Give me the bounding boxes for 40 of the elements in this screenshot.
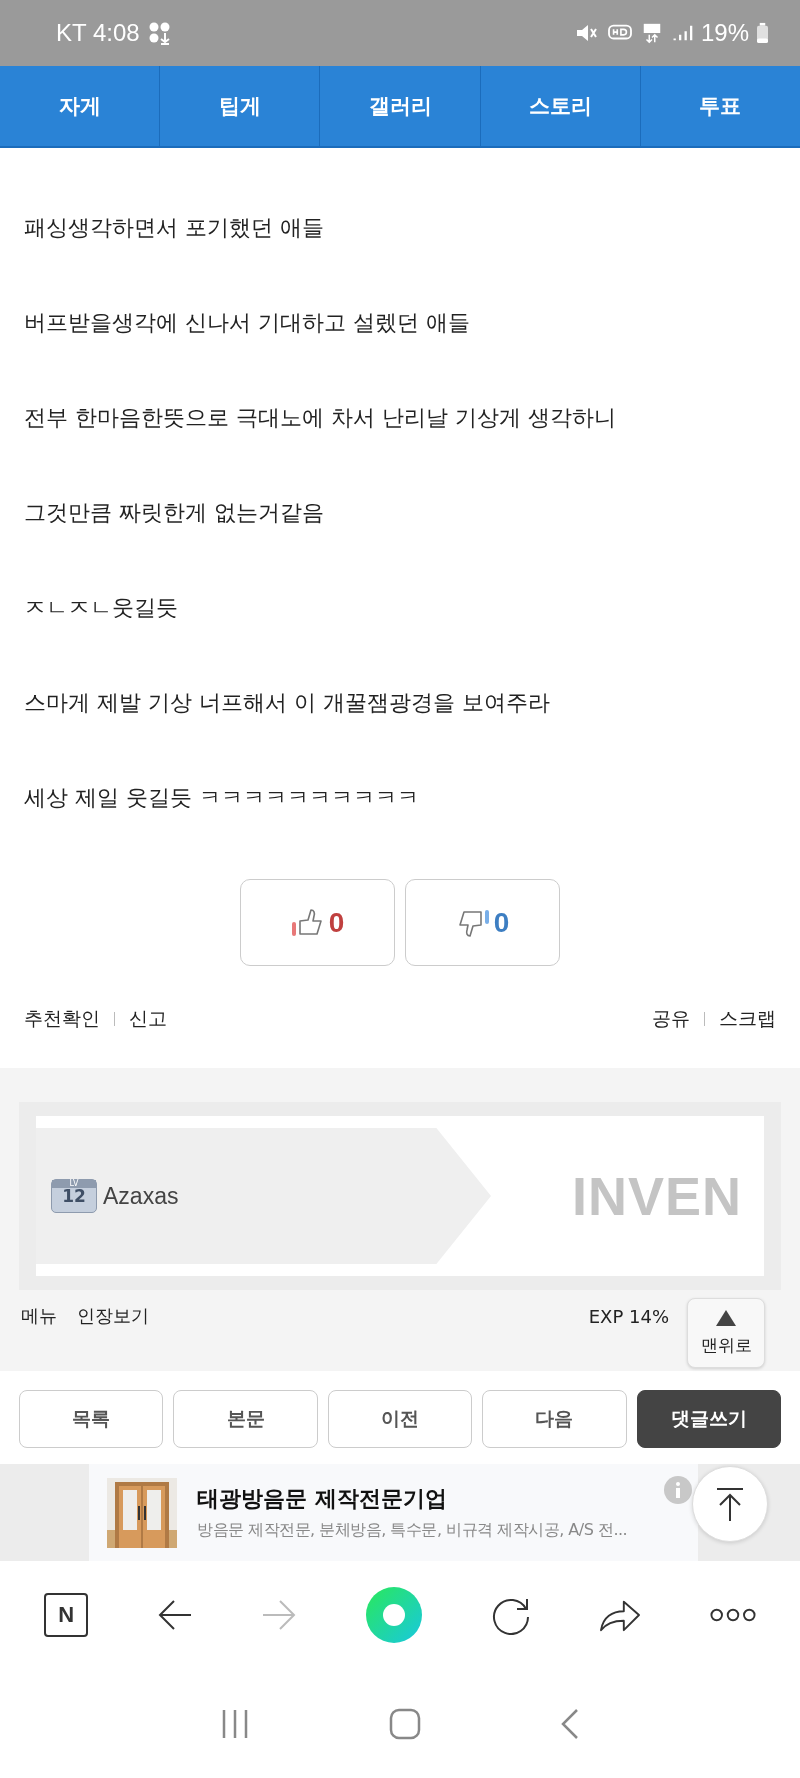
action-link[interactable]: 스크랩 [719,1006,776,1032]
post-text: 패싱생각하면서 포기했던 애들 [24,214,325,241]
carrier-time: KT 4:08 [56,19,140,47]
nav-button[interactable]: 본문 [173,1390,318,1448]
scroll-top-button[interactable]: 맨위로 [687,1298,765,1368]
nav-button[interactable]: 댓글쓰기 [636,1390,782,1448]
home-button[interactable]: N [44,1593,89,1637]
scroll-top-button[interactable] [692,1466,768,1542]
triangle-icon [716,1309,736,1326]
profile-link[interactable]: 인장보기 [77,1304,149,1328]
exp-text: EXP 14% [588,1305,669,1327]
post-text: 스마게 제발 기상 너프해서 이 개꿀잼광경을 보여주라 [24,689,551,716]
action-link[interactable]: 신고 [129,1006,167,1032]
post-text: 전부 한마음한뜻으로 극대노에 차서 난리날 기상게 생각하니 [24,404,617,431]
upvote-button[interactable]: 0 [240,879,395,966]
post-text: 그것만큼 짜릿한게 없는거같음 [24,499,325,526]
battery-icon [757,22,768,44]
nav-button[interactable]: 목록 [19,1390,164,1448]
level-badge: LV 12 [51,1179,97,1213]
more-icon[interactable] [709,1607,756,1623]
action-link[interactable]: 추천확인 [24,1006,100,1032]
profile-link[interactable]: 메뉴 [21,1304,57,1328]
nav-button[interactable]: 이전 [327,1390,473,1448]
ring-icon[interactable] [365,1587,422,1643]
home-icon[interactable] [389,1707,421,1740]
thumbs-up-icon [290,907,325,938]
post-text: ㅈㄴㅈㄴ웃길듯 [24,594,179,621]
action-link[interactable]: 공유 [652,1006,690,1032]
post-text: 세상 제일 웃길듯 ㅋㅋㅋㅋㅋㅋㅋㅋㅋㅋ [24,784,420,811]
post-text: 버프받을생각에 신나서 기대하고 설렜던 애들 [24,309,471,336]
ad-banner[interactable]: 태광방음문 제작전문기업 방음문 제작전문, 분체방음, 특수문, 비규격 제작시공, A/S 전... [89,1464,698,1561]
battery-percent: 19% [700,19,749,47]
downvote-button[interactable]: 0 [405,879,560,966]
site-logo: INVEN [571,1165,742,1227]
username: Azaxas [103,1182,179,1210]
ad-title: 태광방음문 제작전문기업 [197,1485,448,1513]
nav-button[interactable]: 다음 [482,1390,627,1448]
arrow-up-icon [715,1487,745,1521]
ad-description: 방음문 제작전문, 분체방음, 특수문, 비규격 제작시공, A/S 전... [197,1520,628,1541]
notification-icon [147,21,172,45]
